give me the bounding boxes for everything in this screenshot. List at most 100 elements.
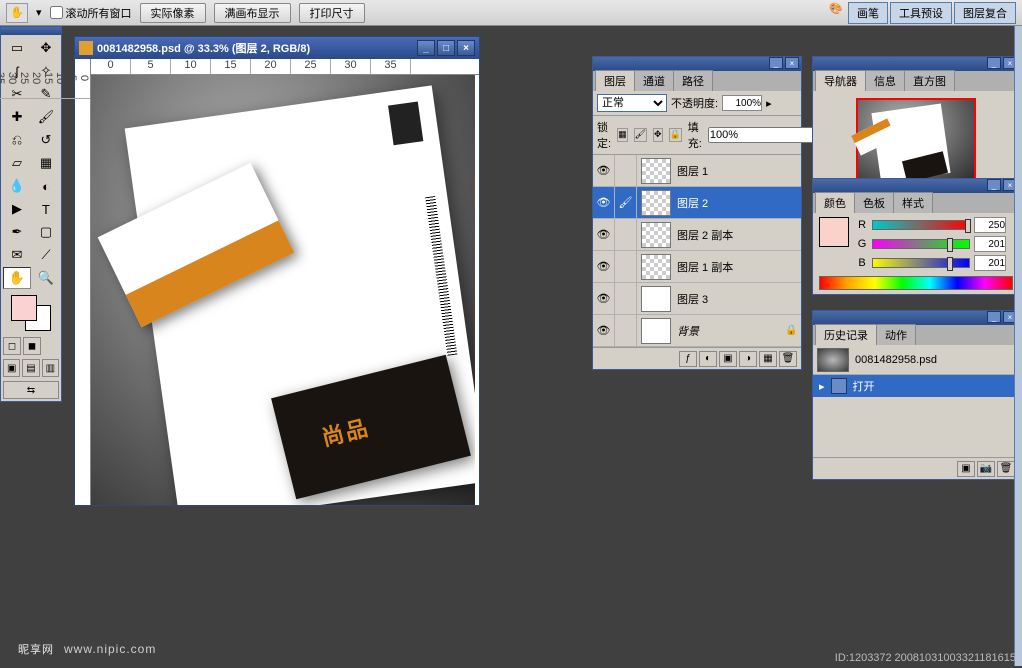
layer-name[interactable]: 图层 1 — [675, 163, 801, 179]
color-preview-swatch[interactable] — [819, 217, 849, 247]
visibility-toggle-icon[interactable] — [593, 315, 615, 346]
histogram-tab[interactable]: 直方图 — [904, 70, 955, 91]
type-tool-icon[interactable]: T — [32, 198, 60, 220]
navigator-tab[interactable]: 导航器 — [815, 70, 866, 91]
navigator-preview[interactable] — [813, 91, 1019, 191]
eraser-tool-icon[interactable]: ▱ — [3, 152, 31, 174]
layer-row[interactable]: 背景 🔒 — [593, 315, 801, 347]
screen-mode-3-icon[interactable]: ▥ — [42, 359, 59, 377]
close-button[interactable]: × — [457, 40, 475, 56]
quickmask-mode-icon[interactable]: ◼ — [23, 337, 41, 355]
panel-close-button[interactable]: × — [785, 57, 799, 69]
shape-tool-icon[interactable]: ▢ — [32, 221, 60, 243]
link-toggle[interactable] — [615, 283, 637, 314]
layer-name[interactable]: 图层 2 副本 — [675, 227, 801, 243]
zoom-tool-icon[interactable]: 🔍 — [32, 267, 60, 289]
g-slider[interactable] — [872, 239, 970, 249]
vertical-ruler[interactable]: 051015202530354045 — [75, 59, 91, 505]
layer-row[interactable]: 图层 3 — [593, 283, 801, 315]
layer-thumbnail[interactable] — [641, 158, 671, 184]
layer-row[interactable]: 图层 1 — [593, 155, 801, 187]
info-tab[interactable]: 信息 — [865, 70, 905, 91]
layer-thumbnail[interactable] — [641, 254, 671, 280]
history-brush-tool-icon[interactable]: ↺ — [32, 129, 60, 151]
new-layer-button[interactable]: ▦ — [759, 351, 777, 367]
visibility-toggle-icon[interactable] — [593, 283, 615, 314]
lock-all-icon[interactable]: 🔒 — [669, 128, 682, 142]
styles-tab[interactable]: 样式 — [893, 192, 933, 213]
document-titlebar[interactable]: 0081482958.psd @ 33.3% (图层 2, RGB/8) _ □… — [75, 37, 479, 59]
horizontal-ruler[interactable]: 05101520253035 — [91, 59, 479, 75]
history-snapshot-row[interactable]: 0081482958.psd — [813, 345, 1019, 375]
actions-tab[interactable]: 动作 — [876, 324, 916, 345]
layer-comps-tab[interactable]: 图层复合 — [954, 2, 1016, 24]
layer-row[interactable]: 图层 1 副本 — [593, 251, 801, 283]
brushes-tab[interactable]: 画笔 — [848, 2, 888, 24]
move-tool-icon[interactable]: ✥ — [32, 37, 60, 59]
layer-name[interactable]: 图层 3 — [675, 291, 801, 307]
scroll-all-windows-checkbox[interactable]: 滚动所有窗口 — [50, 5, 132, 21]
layer-style-button[interactable]: ƒ — [679, 351, 697, 367]
screen-mode-1-icon[interactable]: ▣ — [3, 359, 20, 377]
g-input[interactable] — [974, 236, 1006, 252]
healing-brush-tool-icon[interactable]: ✚ — [3, 106, 31, 128]
lock-image-icon[interactable]: 🖌 — [634, 128, 647, 142]
visibility-toggle-icon[interactable] — [593, 219, 615, 250]
blur-tool-icon[interactable]: 💧 — [3, 175, 31, 197]
opacity-arrow-icon[interactable]: ▸ — [766, 97, 772, 110]
link-toggle[interactable] — [615, 155, 637, 186]
channels-tab[interactable]: 通道 — [634, 70, 674, 91]
link-toggle[interactable] — [615, 251, 637, 282]
foreground-color-swatch[interactable] — [11, 295, 37, 321]
panel-minimize-button[interactable]: _ — [769, 57, 783, 69]
lock-transparency-icon[interactable]: ▦ — [617, 128, 628, 142]
canvas[interactable]: 尚品 — [91, 75, 475, 505]
layer-name[interactable]: 图层 2 — [675, 195, 801, 211]
minimize-button[interactable]: _ — [417, 40, 435, 56]
layer-thumbnail[interactable] — [641, 222, 671, 248]
link-toggle[interactable]: 🖌 — [615, 187, 637, 218]
layer-row[interactable]: 图层 2 副本 — [593, 219, 801, 251]
adjustment-layer-button[interactable]: ◑ — [739, 351, 757, 367]
r-input[interactable] — [974, 217, 1006, 233]
palette-well-icon[interactable]: 🎨 — [826, 2, 846, 24]
visibility-toggle-icon[interactable] — [593, 187, 615, 218]
layer-name[interactable]: 背景 — [675, 323, 785, 339]
imageready-icon[interactable]: ⇆ — [3, 381, 59, 399]
fit-screen-button[interactable]: 满画布显示 — [214, 3, 291, 23]
history-step-row[interactable]: ▸ 打开 — [813, 375, 1019, 397]
hand-tool-icon[interactable]: ✋ — [3, 267, 31, 289]
print-size-button[interactable]: 打印尺寸 — [299, 3, 365, 23]
marquee-tool-icon[interactable]: ▭ — [3, 37, 31, 59]
maximize-button[interactable]: □ — [437, 40, 455, 56]
layer-name[interactable]: 图层 1 副本 — [675, 259, 801, 275]
actual-pixels-button[interactable]: 实际像素 — [140, 3, 206, 23]
layer-set-button[interactable]: ▣ — [719, 351, 737, 367]
visibility-toggle-icon[interactable] — [593, 155, 615, 186]
delete-state-button[interactable]: 🗑 — [997, 461, 1015, 477]
panel-minimize-button[interactable]: _ — [987, 57, 1001, 69]
hand-tool-icon[interactable]: ✋ — [6, 3, 28, 23]
layer-thumbnail[interactable] — [641, 286, 671, 312]
new-snapshot-button[interactable]: 📷 — [977, 461, 995, 477]
opacity-input[interactable] — [722, 95, 762, 111]
layer-thumbnail[interactable] — [641, 190, 671, 216]
dropdown-arrow-icon[interactable]: ▾ — [36, 6, 42, 19]
toolbox-handle[interactable] — [1, 27, 61, 35]
eyedropper-tool-icon[interactable]: ⟋ — [32, 244, 60, 266]
swatches-tab[interactable]: 色板 — [854, 192, 894, 213]
gradient-tool-icon[interactable]: ▦ — [32, 152, 60, 174]
link-toggle[interactable] — [615, 219, 637, 250]
color-swatches[interactable] — [11, 295, 51, 331]
layer-thumbnail[interactable] — [641, 318, 671, 344]
screen-mode-2-icon[interactable]: ▤ — [22, 359, 39, 377]
pen-tool-icon[interactable]: ✒ — [3, 221, 31, 243]
panel-minimize-button[interactable]: _ — [987, 179, 1001, 191]
new-doc-from-state-button[interactable]: ▣ — [957, 461, 975, 477]
b-slider[interactable] — [872, 258, 970, 268]
color-tab[interactable]: 颜色 — [815, 192, 855, 213]
paths-tab[interactable]: 路径 — [673, 70, 713, 91]
visibility-toggle-icon[interactable] — [593, 251, 615, 282]
clone-stamp-tool-icon[interactable]: ⎌ — [3, 129, 31, 151]
history-tab[interactable]: 历史记录 — [815, 324, 877, 345]
